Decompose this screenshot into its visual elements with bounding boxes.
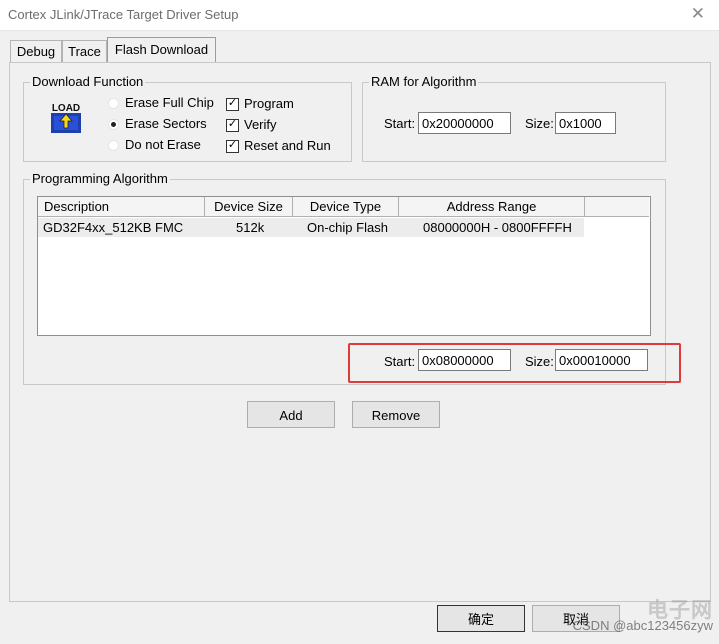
radio-button[interactable]: [108, 140, 119, 151]
column-label: Device Size: [214, 199, 283, 214]
radio-button[interactable]: [108, 119, 119, 130]
tab-trace[interactable]: Trace: [62, 40, 107, 62]
window-title: Cortex JLink/JTrace Target Driver Setup: [8, 7, 239, 22]
ok-button[interactable]: 确定: [437, 605, 525, 632]
tab-label: Debug: [16, 44, 56, 59]
close-icon[interactable]: ✕: [691, 4, 705, 24]
ram-start-label: Start:: [384, 116, 416, 131]
checkbox-label: Verify: [244, 117, 277, 132]
annotation-highlight-box: [348, 343, 681, 383]
column-address-range[interactable]: Address Range: [399, 197, 585, 217]
radio-label: Do not Erase: [125, 137, 201, 152]
cell-device-size: 512k: [236, 220, 265, 235]
checkbox[interactable]: ✓: [226, 97, 239, 111]
column-label: Description: [44, 199, 110, 214]
remove-button[interactable]: Remove: [352, 401, 440, 428]
ram-size-input[interactable]: 0x1000: [555, 112, 616, 134]
group-title: RAM for Algorithm: [369, 74, 479, 90]
cell-device-type: On-chip Flash: [307, 220, 388, 235]
column-description[interactable]: Description: [38, 197, 205, 217]
checkbox-label: Reset and Run: [244, 138, 331, 153]
checkbox[interactable]: ✓: [226, 118, 239, 132]
algorithm-list[interactable]: Description Device Size Device Type Addr…: [37, 196, 651, 336]
radio-button[interactable]: [108, 98, 119, 109]
column-label: Address Range: [446, 199, 537, 214]
load-icon-label: LOAD: [52, 103, 80, 114]
check-icon: ✓: [227, 118, 238, 130]
table-row[interactable]: GD32F4xx_512KB FMC 512k On-chip Flash 08…: [38, 218, 584, 237]
radio-label: Erase Sectors: [125, 116, 207, 131]
column-label: Device Type: [309, 199, 382, 214]
cell-address-range: 08000000H - 0800FFFFH: [423, 220, 572, 235]
ram-start-input[interactable]: 0x20000000: [418, 112, 511, 134]
column-device-type[interactable]: Device Type: [293, 197, 399, 217]
add-button[interactable]: Add: [247, 401, 335, 428]
group-title: Download Function: [30, 74, 146, 90]
tab-debug[interactable]: Debug: [10, 40, 62, 62]
column-device-size[interactable]: Device Size: [205, 197, 293, 217]
tab-label: Trace: [68, 44, 101, 59]
ram-size-label: Size:: [525, 116, 554, 131]
cell-description: GD32F4xx_512KB FMC: [43, 220, 184, 235]
watermark-text: CSDN @abc123456zyw: [572, 618, 713, 633]
tab-label: Flash Download: [114, 42, 209, 57]
tab-flash-download[interactable]: Flash Download: [107, 37, 216, 62]
check-icon: ✓: [227, 97, 238, 109]
checkbox[interactable]: ✓: [226, 139, 239, 153]
group-title: Programming Algorithm: [30, 171, 170, 187]
title-bar: Cortex JLink/JTrace Target Driver Setup …: [0, 0, 719, 31]
column-filler: [585, 197, 649, 217]
radio-label: Erase Full Chip: [125, 95, 214, 110]
checkbox-label: Program: [244, 96, 294, 111]
load-icon: LOAD: [51, 103, 81, 133]
check-icon: ✓: [227, 139, 238, 151]
